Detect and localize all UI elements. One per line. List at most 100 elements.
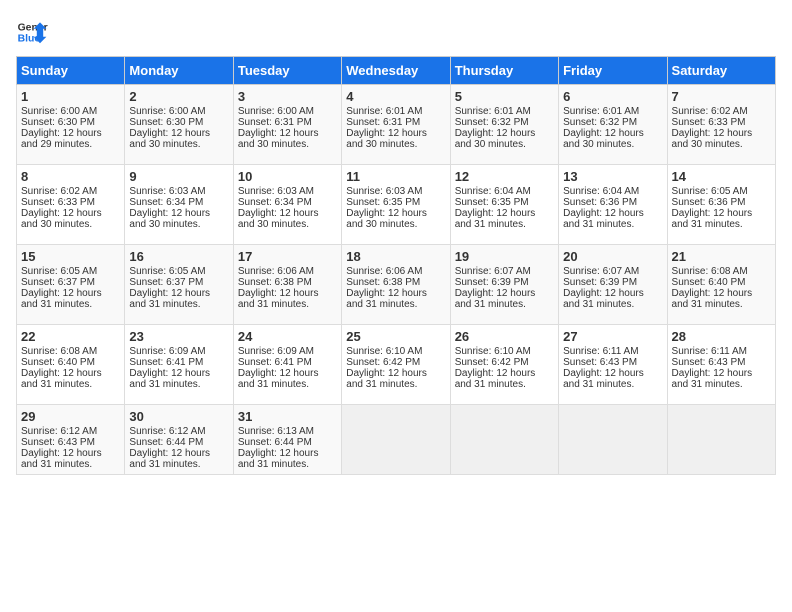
calendar-cell: 15Sunrise: 6:05 AMSunset: 6:37 PMDayligh… — [17, 245, 125, 325]
daylight-label: Daylight: 12 hours and 31 minutes. — [129, 448, 228, 470]
sunset-line: Sunset: 6:41 PM — [238, 357, 337, 368]
calendar-cell — [450, 405, 558, 475]
day-number: 17 — [238, 249, 337, 264]
sunset-line: Sunset: 6:33 PM — [21, 197, 120, 208]
header-wednesday: Wednesday — [342, 57, 450, 85]
sunrise-line: Sunrise: 6:12 AM — [129, 426, 228, 437]
sunrise-line: Sunrise: 6:07 AM — [455, 266, 554, 277]
calendar-cell: 20Sunrise: 6:07 AMSunset: 6:39 PMDayligh… — [559, 245, 667, 325]
daylight-label: Daylight: 12 hours and 30 minutes. — [346, 128, 445, 150]
daylight-label: Daylight: 12 hours and 30 minutes. — [129, 128, 228, 150]
daylight-label: Daylight: 12 hours and 31 minutes. — [238, 368, 337, 390]
calendar-cell: 30 Sunrise: 6:12 AMSunset: 6:44 PMDayligh… — [125, 405, 233, 475]
sunset-line: Sunset: 6:42 PM — [455, 357, 554, 368]
header-saturday: Saturday — [667, 57, 775, 85]
day-number: 27 — [563, 329, 662, 344]
calendar-cell: 17Sunrise: 6:06 AMSunset: 6:38 PMDayligh… — [233, 245, 341, 325]
day-number: 28 — [672, 329, 771, 344]
day-number: 11 — [346, 169, 445, 184]
day-number: 7 — [672, 89, 771, 104]
day-number: 23 — [129, 329, 228, 344]
daylight-label: Daylight: 12 hours and 31 minutes. — [672, 288, 771, 310]
daylight-label: Daylight: 12 hours and 30 minutes. — [672, 128, 771, 150]
sunset-line: Sunset: 6:39 PM — [563, 277, 662, 288]
sunset-line: Sunset: 6:32 PM — [455, 117, 554, 128]
day-number: 12 — [455, 169, 554, 184]
day-number: 18 — [346, 249, 445, 264]
sunset-line: Sunset: 6:44 PM — [129, 437, 228, 448]
daylight-label: Daylight: 12 hours and 31 minutes. — [455, 368, 554, 390]
day-number: 5 — [455, 89, 554, 104]
sunrise-line: Sunrise: 6:03 AM — [346, 186, 445, 197]
calendar-cell — [342, 405, 450, 475]
sunset-line: Sunset: 6:30 PM — [129, 117, 228, 128]
sunrise-line: Sunrise: 6:11 AM — [672, 346, 771, 357]
day-number: 13 — [563, 169, 662, 184]
calendar-cell: 21Sunrise: 6:08 AMSunset: 6:40 PMDayligh… — [667, 245, 775, 325]
sunrise-line: Sunrise: 6:07 AM — [563, 266, 662, 277]
day-number: 2 — [129, 89, 228, 104]
week-row-2: 8 Sunrise: 6:02 AMSunset: 6:33 PM Daylight… — [17, 165, 776, 245]
sunrise-line: Sunrise: 6:03 AM — [129, 186, 228, 197]
daylight-label: Daylight: 12 hours and 31 minutes. — [238, 448, 337, 470]
day-number: 15 — [21, 249, 120, 264]
daylight-label: Daylight: 12 hours and 31 minutes. — [346, 288, 445, 310]
sunrise-line: Sunrise: 6:04 AM — [455, 186, 554, 197]
daylight-label: Daylight: 12 hours and 30 minutes. — [563, 128, 662, 150]
sunrise-line: Sunrise: 6:02 AM — [672, 106, 771, 117]
week-row-3: 15Sunrise: 6:05 AMSunset: 6:37 PMDayligh… — [17, 245, 776, 325]
sunset-line: Sunset: 6:31 PM — [346, 117, 445, 128]
daylight-label: Daylight: 12 hours and 31 minutes. — [21, 288, 120, 310]
sunrise-line: Sunrise: 6:02 AM — [21, 186, 120, 197]
daylight-label: Daylight: 12 hours and 31 minutes. — [21, 448, 120, 470]
daylight-label: Daylight: 12 hours and 30 minutes. — [129, 208, 228, 230]
sunrise-line: Sunrise: 6:03 AM — [238, 186, 337, 197]
day-number: 31 — [238, 409, 337, 424]
sunrise-line: Sunrise: 6:01 AM — [455, 106, 554, 117]
sunrise-line: Sunrise: 6:01 AM — [563, 106, 662, 117]
sunrise-line: Sunrise: 6:00 AM — [238, 106, 337, 117]
day-number: 25 — [346, 329, 445, 344]
sunrise-line: Sunrise: 6:11 AM — [563, 346, 662, 357]
sunrise-line: Sunrise: 6:05 AM — [129, 266, 228, 277]
day-number: 29 — [21, 409, 120, 424]
calendar-cell: 3Sunrise: 6:00 AMSunset: 6:31 PMDaylight… — [233, 85, 341, 165]
day-number: 22 — [21, 329, 120, 344]
sunrise-line: Sunrise: 6:12 AM — [21, 426, 120, 437]
header-thursday: Thursday — [450, 57, 558, 85]
calendar-cell: 19Sunrise: 6:07 AMSunset: 6:39 PMDayligh… — [450, 245, 558, 325]
calendar-cell: 13Sunrise: 6:04 AMSunset: 6:36 PMDayligh… — [559, 165, 667, 245]
daylight-label: Daylight: 12 hours and 29 minutes. — [21, 128, 120, 150]
sunset-line: Sunset: 6:31 PM — [238, 117, 337, 128]
calendar-cell — [559, 405, 667, 475]
daylight-label: Daylight: 12 hours and 31 minutes. — [346, 368, 445, 390]
sunset-line: Sunset: 6:43 PM — [672, 357, 771, 368]
daylight-label: Daylight: 12 hours and 31 minutes. — [563, 208, 662, 230]
daylight-label: Daylight: 12 hours and 30 minutes. — [455, 128, 554, 150]
day-number: 26 — [455, 329, 554, 344]
day-number: 19 — [455, 249, 554, 264]
calendar-cell — [667, 405, 775, 475]
week-row-5: 29Sunrise: 6:12 AMSunset: 6:43 PMDayligh… — [17, 405, 776, 475]
calendar-cell: 1Sunrise: 6:00 AMSunset: 6:30 PMDaylight… — [17, 85, 125, 165]
daylight-label: Daylight: 12 hours and 30 minutes. — [346, 208, 445, 230]
day-number: 6 — [563, 89, 662, 104]
calendar-cell: 14Sunrise: 6:05 AMSunset: 6:36 PMDayligh… — [667, 165, 775, 245]
logo: General Blue — [16, 16, 48, 48]
day-number: 8 — [21, 169, 120, 184]
sunset-line: Sunset: 6:32 PM — [563, 117, 662, 128]
sunrise-line: Sunrise: 6:01 AM — [346, 106, 445, 117]
calendar-cell: 11Sunrise: 6:03 AMSunset: 6:35 PMDayligh… — [342, 165, 450, 245]
daylight-label: Daylight: 12 hours and 31 minutes. — [455, 208, 554, 230]
sunset-line: Sunset: 6:30 PM — [21, 117, 120, 128]
sunset-line: Sunset: 6:38 PM — [346, 277, 445, 288]
sunset-line: Sunset: 6:43 PM — [21, 437, 120, 448]
header-monday: Monday — [125, 57, 233, 85]
daylight-label: Daylight: 12 hours and 31 minutes. — [238, 288, 337, 310]
sunset-line: Sunset: 6:40 PM — [672, 277, 771, 288]
sunset-line: Sunset: 6:38 PM — [238, 277, 337, 288]
sunset-line: Sunset: 6:41 PM — [129, 357, 228, 368]
sunset-line: Sunset: 6:34 PM — [238, 197, 337, 208]
day-number: 30 — [129, 409, 228, 424]
calendar-cell: 31Sunrise: 6:13 AMSunset: 6:44 PMDayligh… — [233, 405, 341, 475]
